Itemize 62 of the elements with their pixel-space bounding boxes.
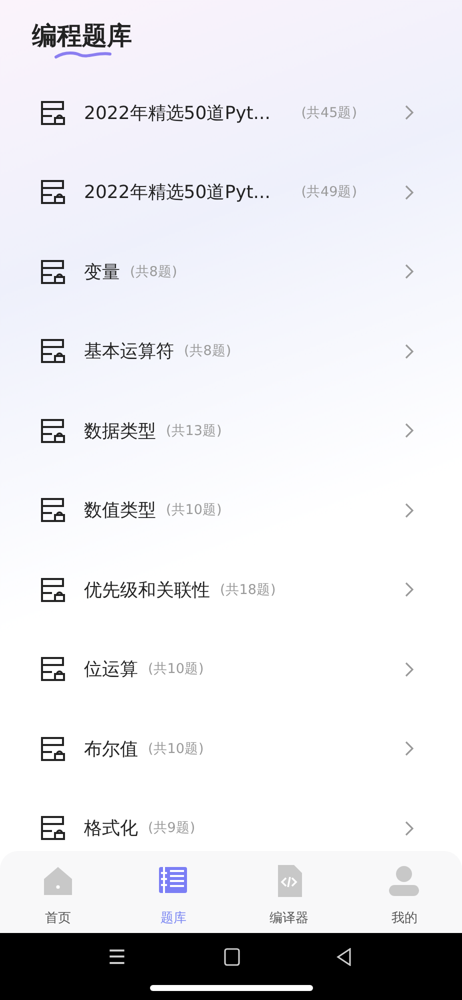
home-icon <box>42 865 74 897</box>
question-count: (共10题) <box>148 740 204 758</box>
database-icon <box>40 100 66 126</box>
item-title: 变量 <box>84 260 120 284</box>
home-square-icon[interactable] <box>224 948 240 966</box>
underline-stroke <box>54 49 112 59</box>
menu-button[interactable]: ☰ <box>108 945 126 970</box>
list-item[interactable]: 基本运算符 (共8题) <box>0 312 462 391</box>
tab[interactable]: 首页 <box>0 851 116 928</box>
list-item[interactable]: 变量 (共8题) <box>0 232 462 312</box>
question-count: (共18题) <box>220 580 276 599</box>
list-item[interactable]: 数值类型 (共10题) <box>0 470 462 550</box>
chevron-right-icon <box>405 423 414 438</box>
tab[interactable]: 我的 <box>346 851 462 928</box>
code-file-icon <box>276 865 302 897</box>
item-title: 基本运算符 <box>84 340 174 364</box>
item-title: 2022年精选50道Pyt... <box>84 181 270 204</box>
question-count: (共8题) <box>184 342 232 360</box>
back-icon[interactable] <box>336 948 352 966</box>
database-icon <box>40 497 66 524</box>
database-icon <box>40 258 66 285</box>
item-title: 数值类型 <box>84 499 156 522</box>
book-list-icon <box>158 865 188 895</box>
list-item[interactable]: 布尔值 (共10题) <box>0 709 462 788</box>
chevron-right-icon <box>405 264 414 280</box>
chevron-right-icon <box>405 105 414 120</box>
database-icon <box>40 656 66 682</box>
question-count: (共13题) <box>166 422 222 440</box>
question-count: (共49题) <box>301 183 357 202</box>
database-icon <box>40 418 66 444</box>
item-title: 数据类型 <box>84 420 156 443</box>
list-item[interactable]: 位运算 (共10题) <box>0 630 462 709</box>
list-item[interactable]: 数据类型 (共13题) <box>0 391 462 470</box>
question-count: (共9题) <box>148 819 196 838</box>
chevron-right-icon <box>405 662 414 677</box>
item-title: 格式化 <box>84 817 138 840</box>
list-item[interactable]: 格式化 (共9题) <box>0 788 462 851</box>
database-icon <box>40 815 66 842</box>
chevron-right-icon <box>405 502 414 518</box>
chevron-right-icon <box>405 582 414 598</box>
question-count: (共10题) <box>148 660 204 678</box>
page-title: 编程题库 <box>32 23 132 48</box>
question-count: (共45题) <box>301 104 357 122</box>
list-item[interactable]: 2022年精选50道Pyt... (共45题) <box>0 73 462 152</box>
list-item[interactable]: 2022年精选50道Pyt... (共49题) <box>0 152 462 232</box>
database-icon <box>40 338 66 364</box>
question-count: (共10题) <box>166 501 222 520</box>
database-icon <box>40 576 66 603</box>
user-icon <box>388 865 420 897</box>
list-item[interactable]: 优先级和关联性 (共18题) <box>0 550 462 630</box>
chevron-right-icon <box>405 741 414 756</box>
database-icon <box>40 179 66 206</box>
item-title: 布尔值 <box>84 738 138 761</box>
chevron-right-icon <box>405 184 414 200</box>
question-count: (共8题) <box>130 262 178 281</box>
item-title: 优先级和关联性 <box>84 578 210 602</box>
database-icon <box>40 736 66 762</box>
tab[interactable]: 编译器 <box>231 851 346 928</box>
item-title: 位运算 <box>84 658 138 682</box>
chevron-right-icon <box>405 344 414 359</box>
item-title: 2022年精选50道Pyt... <box>84 102 270 125</box>
chevron-right-icon <box>405 820 414 836</box>
